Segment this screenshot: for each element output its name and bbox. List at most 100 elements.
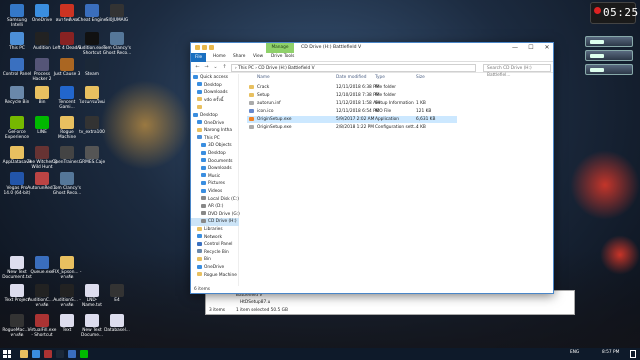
desktop-icon[interactable]: E4 xyxy=(102,284,132,303)
column-date[interactable]: Date modified xyxy=(336,74,366,82)
app-icon xyxy=(60,4,74,17)
explorer-window[interactable]: Manage CD Drive (H:) Battlefield V — ☐ ✕… xyxy=(190,42,554,294)
tab-share[interactable]: Share xyxy=(233,54,245,59)
app-icon xyxy=(85,314,99,327)
tab-view[interactable]: View xyxy=(253,54,263,59)
folder-icon xyxy=(201,180,206,185)
desktop-icon-label: GRMES.Caje xyxy=(78,160,106,165)
desktop-icon[interactable]: Databasel... xyxy=(102,314,132,333)
file-name: autorun.inf xyxy=(257,101,281,106)
file-size: 4 KB xyxy=(416,125,426,130)
taskbar-app-icon[interactable] xyxy=(56,350,64,358)
app-icon xyxy=(10,86,24,99)
nav-item-label: vdo ครั้งนี้ xyxy=(204,97,224,103)
close-button[interactable]: ✕ xyxy=(539,43,555,53)
column-name[interactable]: Name xyxy=(257,74,270,82)
nav-item-label: Pictures xyxy=(208,181,226,187)
tab-home[interactable]: Home xyxy=(213,54,226,59)
desktop-icon[interactable]: Steam xyxy=(77,58,107,77)
file-row[interactable]: Setup 12/10/2018 7:38 PM File folder xyxy=(247,92,457,99)
tab-file[interactable]: File xyxy=(191,53,207,62)
nav-item-label: Local Disk (C:) xyxy=(208,196,239,202)
file-item[interactable]: HtDSetup87.u xyxy=(240,300,270,305)
forward-icon[interactable]: → xyxy=(203,64,210,71)
file-date: 12/11/2018 6:38 PM xyxy=(336,85,380,90)
navigation-pane: Quick access Desktop Downloads vdo ครั้งนี้… xyxy=(191,74,240,286)
windows-start-icon[interactable] xyxy=(3,350,11,358)
properties-icon[interactable] xyxy=(202,45,207,50)
taskbar-app-icon[interactable] xyxy=(32,350,40,358)
app-icon xyxy=(85,146,99,159)
desktop-icon[interactable]: โปรแกรมใหม่ xyxy=(77,86,107,105)
desktop-icon[interactable]: Tom Clancy's Ghost Reco... xyxy=(102,32,132,56)
new-folder-icon[interactable] xyxy=(209,45,214,50)
nav-item-label: Desktop xyxy=(204,82,222,88)
app-icon xyxy=(110,314,124,327)
desktop-icon[interactable]: SI0JUMAIG xyxy=(102,4,132,23)
desktop-icon[interactable]: GRMES.Caje xyxy=(77,146,107,165)
nav-item-label: Libraries xyxy=(204,227,223,232)
desktop-icon-label: โปรแกรมใหม่ xyxy=(79,100,105,105)
app-icon xyxy=(35,32,49,45)
drive-widget[interactable] xyxy=(585,50,633,61)
taskbar-app-icon[interactable] xyxy=(20,350,28,358)
drive-widget[interactable] xyxy=(585,64,633,75)
file-row[interactable]: OriginSetup.exe 2/8/2018 1:22 PM Configura… xyxy=(247,124,457,131)
app-icon xyxy=(60,172,74,185)
title-bar[interactable]: Manage CD Drive (H:) Battlefield V — ☐ ✕ xyxy=(191,43,553,53)
folder-icon xyxy=(201,165,206,170)
file-name: Crack xyxy=(257,85,270,90)
minimize-button[interactable]: — xyxy=(507,43,523,53)
column-type[interactable]: Type xyxy=(375,74,385,82)
file-row[interactable]: OriginSetup.exe 5/9/2017 2:02 AM Applicati… xyxy=(247,116,457,123)
taskbar-app-icon[interactable] xyxy=(44,350,52,358)
maximize-button[interactable]: ☐ xyxy=(523,43,539,53)
taskbar-clock[interactable]: 8:57 PM xyxy=(602,350,619,355)
file-icon xyxy=(249,93,254,97)
desktop-icon[interactable]: Tom Clancy's Ghost Reco... xyxy=(52,172,82,196)
taskbar-app-icon[interactable] xyxy=(68,350,76,358)
nav-item-label: Downloads xyxy=(204,90,228,96)
up-icon[interactable]: ↑ xyxy=(221,64,228,71)
quick-access-toolbar[interactable] xyxy=(195,45,214,50)
file-size: 6,631 KB xyxy=(416,117,436,122)
app-icon xyxy=(35,314,49,327)
tab-drive-tools[interactable]: Drive Tools xyxy=(271,54,294,59)
language-indicator[interactable]: ENG xyxy=(570,350,579,355)
file-row[interactable]: Crack 12/11/2018 6:38 PM File folder xyxy=(247,84,457,91)
taskbar-app-icon[interactable] xyxy=(80,350,88,358)
manage-tab[interactable]: Manage xyxy=(266,43,294,53)
app-icon xyxy=(35,146,49,159)
recent-dropdown-icon[interactable]: ⌄ xyxy=(212,64,219,71)
file-type: Application xyxy=(375,117,400,122)
notification-icon[interactable] xyxy=(630,350,636,358)
file-row[interactable]: icon.ico 12/11/2018 6:54 PM ICO File 121 KB xyxy=(247,108,457,115)
file-type: File folder xyxy=(375,93,397,98)
file-date: 12/11/2018 6:54 PM xyxy=(336,109,380,114)
desktop-icon-label: E4 xyxy=(114,298,120,303)
file-name: OriginSetup.exe xyxy=(257,117,292,122)
folder-icon[interactable] xyxy=(195,45,200,50)
back-icon[interactable]: ← xyxy=(194,64,201,71)
file-icon xyxy=(249,85,254,89)
app-icon xyxy=(85,284,99,297)
folder-icon xyxy=(197,97,202,102)
folder-icon xyxy=(197,241,202,246)
drive-widget[interactable] xyxy=(585,36,633,47)
desktop-icon[interactable]: FIX_Epson... - ทางลัด xyxy=(52,256,82,280)
column-size[interactable]: Size xyxy=(416,74,425,82)
app-icon xyxy=(60,58,74,71)
nav-item-label: Recycle Bin xyxy=(204,249,229,255)
app-icon xyxy=(85,32,99,45)
file-size: 1 KB xyxy=(416,101,426,106)
address-bar[interactable]: › This PC › CD Drive (H:) Battlefield V xyxy=(231,64,476,72)
nav-item[interactable]: Rogue Machine xyxy=(191,272,239,280)
desktop-icon-label: Databasel... xyxy=(104,328,130,333)
file-row[interactable]: autorun.inf 11/12/2018 1:58 AM Setup Infor… xyxy=(247,100,457,107)
folder-icon xyxy=(201,218,206,223)
app-icon xyxy=(10,32,24,45)
file-icon xyxy=(249,117,254,121)
search-input[interactable]: Search CD Drive (H:) Battlefiel... xyxy=(483,64,551,78)
file-list: Name Date modified Type Size Crack 12/11/… xyxy=(241,74,553,286)
desktop-icon[interactable]: tv_extra100 xyxy=(77,116,107,135)
